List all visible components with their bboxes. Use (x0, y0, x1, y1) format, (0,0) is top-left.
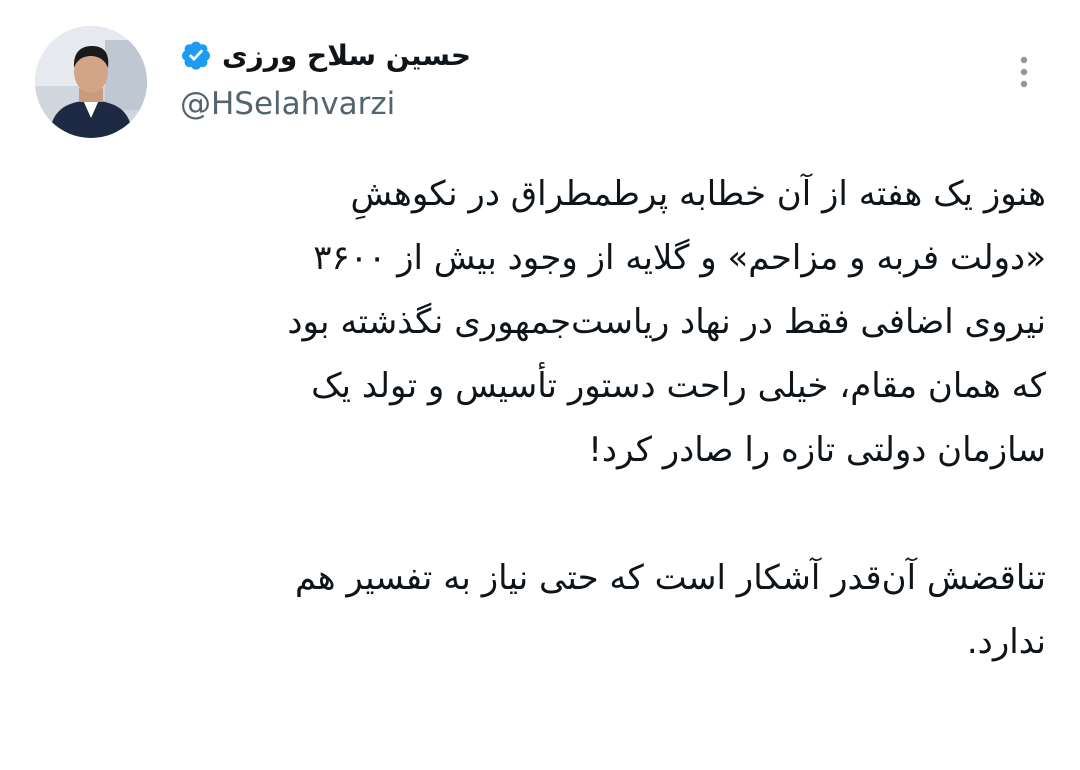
tweet-text: هنوز یک هفته از آن خطابه پرطمطراق در نکو… (56, 162, 1046, 674)
tweet-card: حسین سلاح ورزی @HSelahvarzi هنوز یک هفته… (0, 0, 1080, 770)
tweet-line: ندارد. (966, 622, 1046, 662)
tweet-line: هنوز یک هفته از آن خطابه پرطمطراق در نکو… (350, 174, 1046, 214)
avatar[interactable] (35, 26, 147, 138)
more-vertical-icon (1020, 56, 1028, 88)
tweet-line: نیروی اضافی فقط در نهاد ریاست‌جمهوری نگذ… (287, 302, 1046, 342)
author-handle[interactable]: @HSelahvarzi (180, 86, 520, 122)
tweet-line: سازمان دولتی تازه را صادر کرد! (588, 430, 1046, 470)
avatar-photo (35, 26, 147, 138)
tweet-line: که همان مقام، خیلی راحت دستور تأسیس و تو… (311, 366, 1046, 406)
verified-badge-icon (182, 41, 210, 70)
author-display-name[interactable]: حسین سلاح ورزی (222, 39, 471, 72)
author-name-row: حسین سلاح ورزی (180, 30, 520, 80)
tweet-paragraph: هنوز یک هفته از آن خطابه پرطمطراق در نکو… (56, 162, 1046, 482)
author-info: حسین سلاح ورزی @HSelahvarzi (180, 30, 520, 123)
more-options-button[interactable] (1004, 50, 1044, 94)
tweet-line: «دولت فربه و مزاحم» و گلایه از وجود بیش … (313, 238, 1046, 278)
tweet-line: تناقضش آن‌قدر آشکار است که حتی نیاز به ت… (295, 558, 1046, 598)
tweet-paragraph: تناقضش آن‌قدر آشکار است که حتی نیاز به ت… (56, 546, 1046, 674)
